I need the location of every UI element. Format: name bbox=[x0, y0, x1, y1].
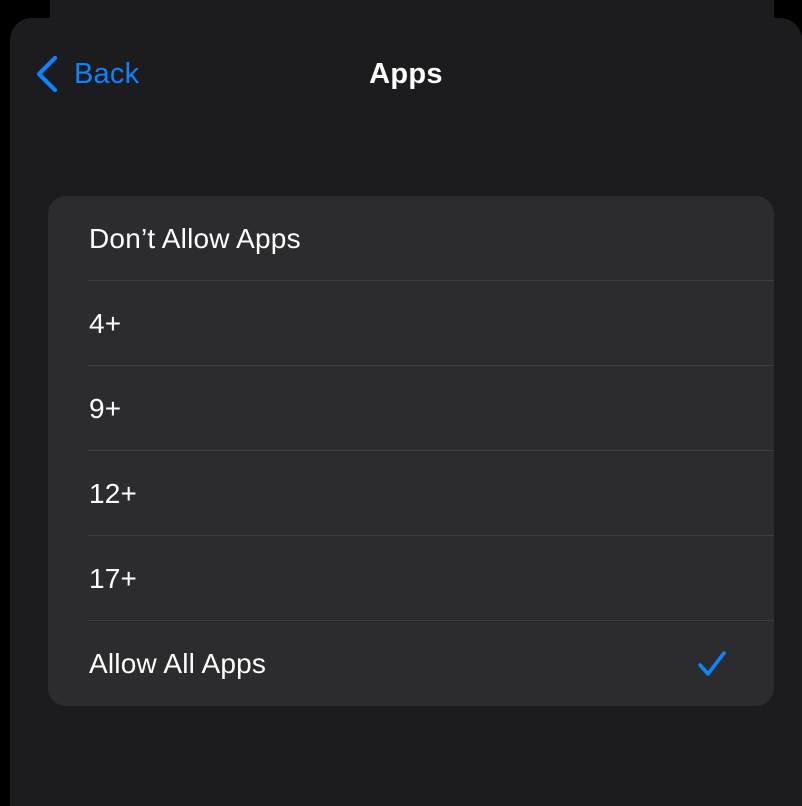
option-12-plus[interactable]: 12+ bbox=[48, 451, 774, 536]
navigation-bar: Back Apps bbox=[10, 18, 802, 130]
option-dont-allow-apps[interactable]: Don’t Allow Apps bbox=[48, 196, 774, 281]
option-allow-all-apps[interactable]: Allow All Apps bbox=[48, 621, 774, 706]
option-label: Allow All Apps bbox=[89, 648, 267, 679]
option-label: 17+ bbox=[89, 563, 138, 594]
option-4-plus[interactable]: 4+ bbox=[48, 281, 774, 366]
age-rating-options: Don’t Allow Apps 4+ 9+ 12+ 17+ Allow All… bbox=[48, 196, 774, 706]
option-label: Don’t Allow Apps bbox=[89, 223, 301, 254]
apps-sheet: Back Apps Don’t Allow Apps 4+ 9+ 12+ 17+… bbox=[10, 18, 802, 806]
option-label: 12+ bbox=[89, 478, 138, 509]
option-label: 9+ bbox=[89, 393, 122, 424]
option-label: 4+ bbox=[89, 308, 122, 339]
option-9-plus[interactable]: 9+ bbox=[48, 366, 774, 451]
checkmark-icon bbox=[698, 651, 726, 676]
option-17-plus[interactable]: 17+ bbox=[48, 536, 774, 621]
page-title: Apps bbox=[369, 58, 443, 90]
screen: Back Apps Don’t Allow Apps 4+ 9+ 12+ 17+… bbox=[0, 0, 802, 806]
